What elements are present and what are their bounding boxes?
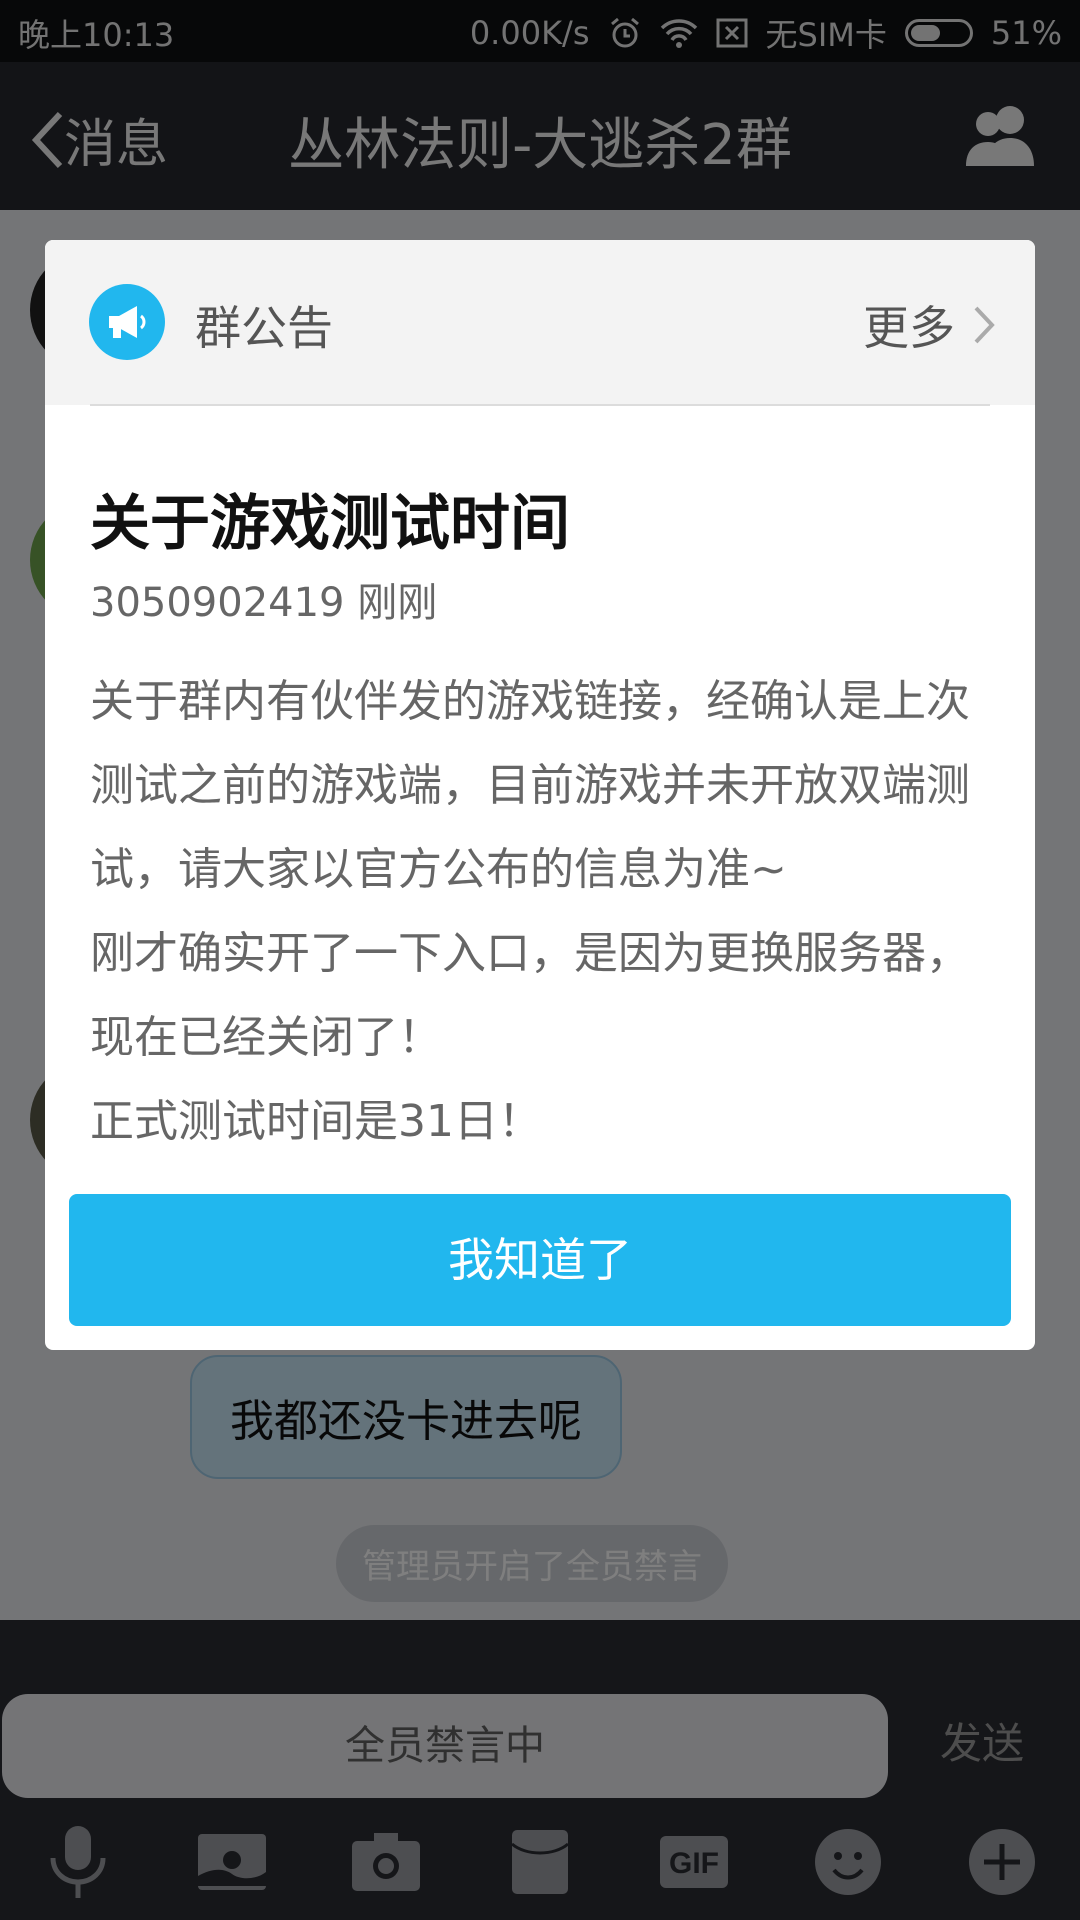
notice-paragraph: 刚才确实开了一下入口，是因为更换服务器，现在已经关闭了！ [90, 928, 970, 1063]
more-label: 更多 [863, 301, 955, 355]
group-notice-dialog: 群公告 更多 关于游戏测试时间 3050902419 刚刚 关于群内有伙伴发的游… [45, 240, 1035, 1350]
notice-label: 群公告 [195, 301, 333, 355]
notice-paragraph: 关于群内有伙伴发的游戏链接，经确认是上次测试之前的游戏端，目前游戏并未开放双端测… [90, 676, 970, 895]
notice-body: 关于群内有伙伴发的游戏链接，经确认是上次测试之前的游戏端，目前游戏并未开放双端测… [90, 660, 1000, 1164]
notice-title: 关于游戏测试时间 [90, 489, 570, 559]
header-divider [90, 404, 990, 406]
more-link[interactable]: 更多 [863, 292, 995, 358]
acknowledge-button[interactable]: 我知道了 [69, 1194, 1011, 1326]
chevron-right-icon [974, 306, 995, 344]
notice-paragraph: 正式测试时间是31日！ [90, 1096, 542, 1147]
notice-meta: 3050902419 刚刚 [90, 580, 438, 626]
megaphone-icon [89, 284, 165, 360]
notice-header: 群公告 更多 [45, 240, 1035, 406]
